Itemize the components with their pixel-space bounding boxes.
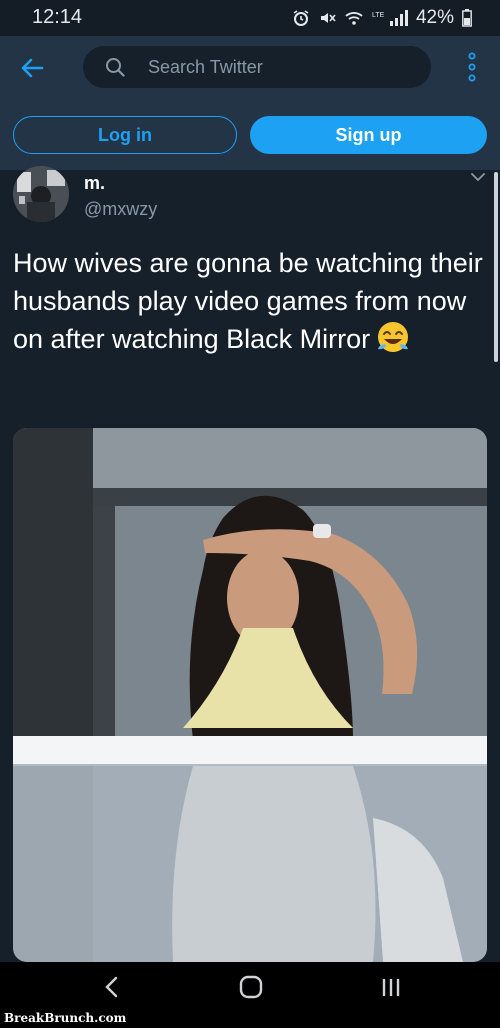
scrollbar[interactable] [494, 172, 498, 362]
avatar[interactable] [13, 166, 69, 222]
alarm-icon [293, 10, 309, 26]
battery-level: 42% [415, 7, 454, 28]
system-nav-bar [0, 962, 500, 1010]
search-placeholder: Search Twitter [148, 57, 263, 77]
watermark-bar: BreakBrunch.com [0, 1010, 500, 1028]
battery-icon [462, 9, 472, 27]
chevron-down-icon[interactable] [471, 172, 485, 182]
search-input[interactable]: Search Twitter [83, 46, 431, 88]
tweet-photo[interactable] [13, 428, 487, 962]
status-bar: 12:14 LTE 42% [0, 0, 500, 36]
top-bar: Search Twitter [0, 36, 500, 98]
tweet-text: How wives are gonna be watching their hu… [13, 244, 483, 358]
display-name[interactable]: m. [84, 173, 105, 194]
user-handle[interactable]: @mxwzy [84, 199, 157, 220]
back-nav-icon[interactable] [92, 974, 132, 1000]
home-nav-icon[interactable] [231, 974, 271, 1000]
recents-nav-icon[interactable] [371, 974, 411, 1000]
wifi-icon [345, 12, 363, 25]
signup-button[interactable]: Sign up [250, 116, 487, 154]
lte-signal-icon: LTE [372, 10, 408, 26]
watermark-text: BreakBrunch.com [4, 1011, 127, 1025]
vertical-dots-icon[interactable] [468, 52, 476, 82]
status-icons: LTE 42% [292, 7, 472, 29]
mute-icon [320, 13, 336, 23]
login-button[interactable]: Log in [13, 116, 237, 154]
auth-bar: Log in Sign up [0, 98, 500, 170]
search-icon [106, 58, 125, 77]
svg-text:LTE: LTE [372, 12, 385, 19]
status-time: 12:14 [32, 6, 83, 28]
face-with-tears-of-joy-icon [378, 322, 409, 352]
photo-image [13, 428, 487, 962]
tweet-body: How wives are gonna be watching their hu… [13, 248, 483, 354]
arrow-left-icon[interactable] [18, 54, 46, 82]
